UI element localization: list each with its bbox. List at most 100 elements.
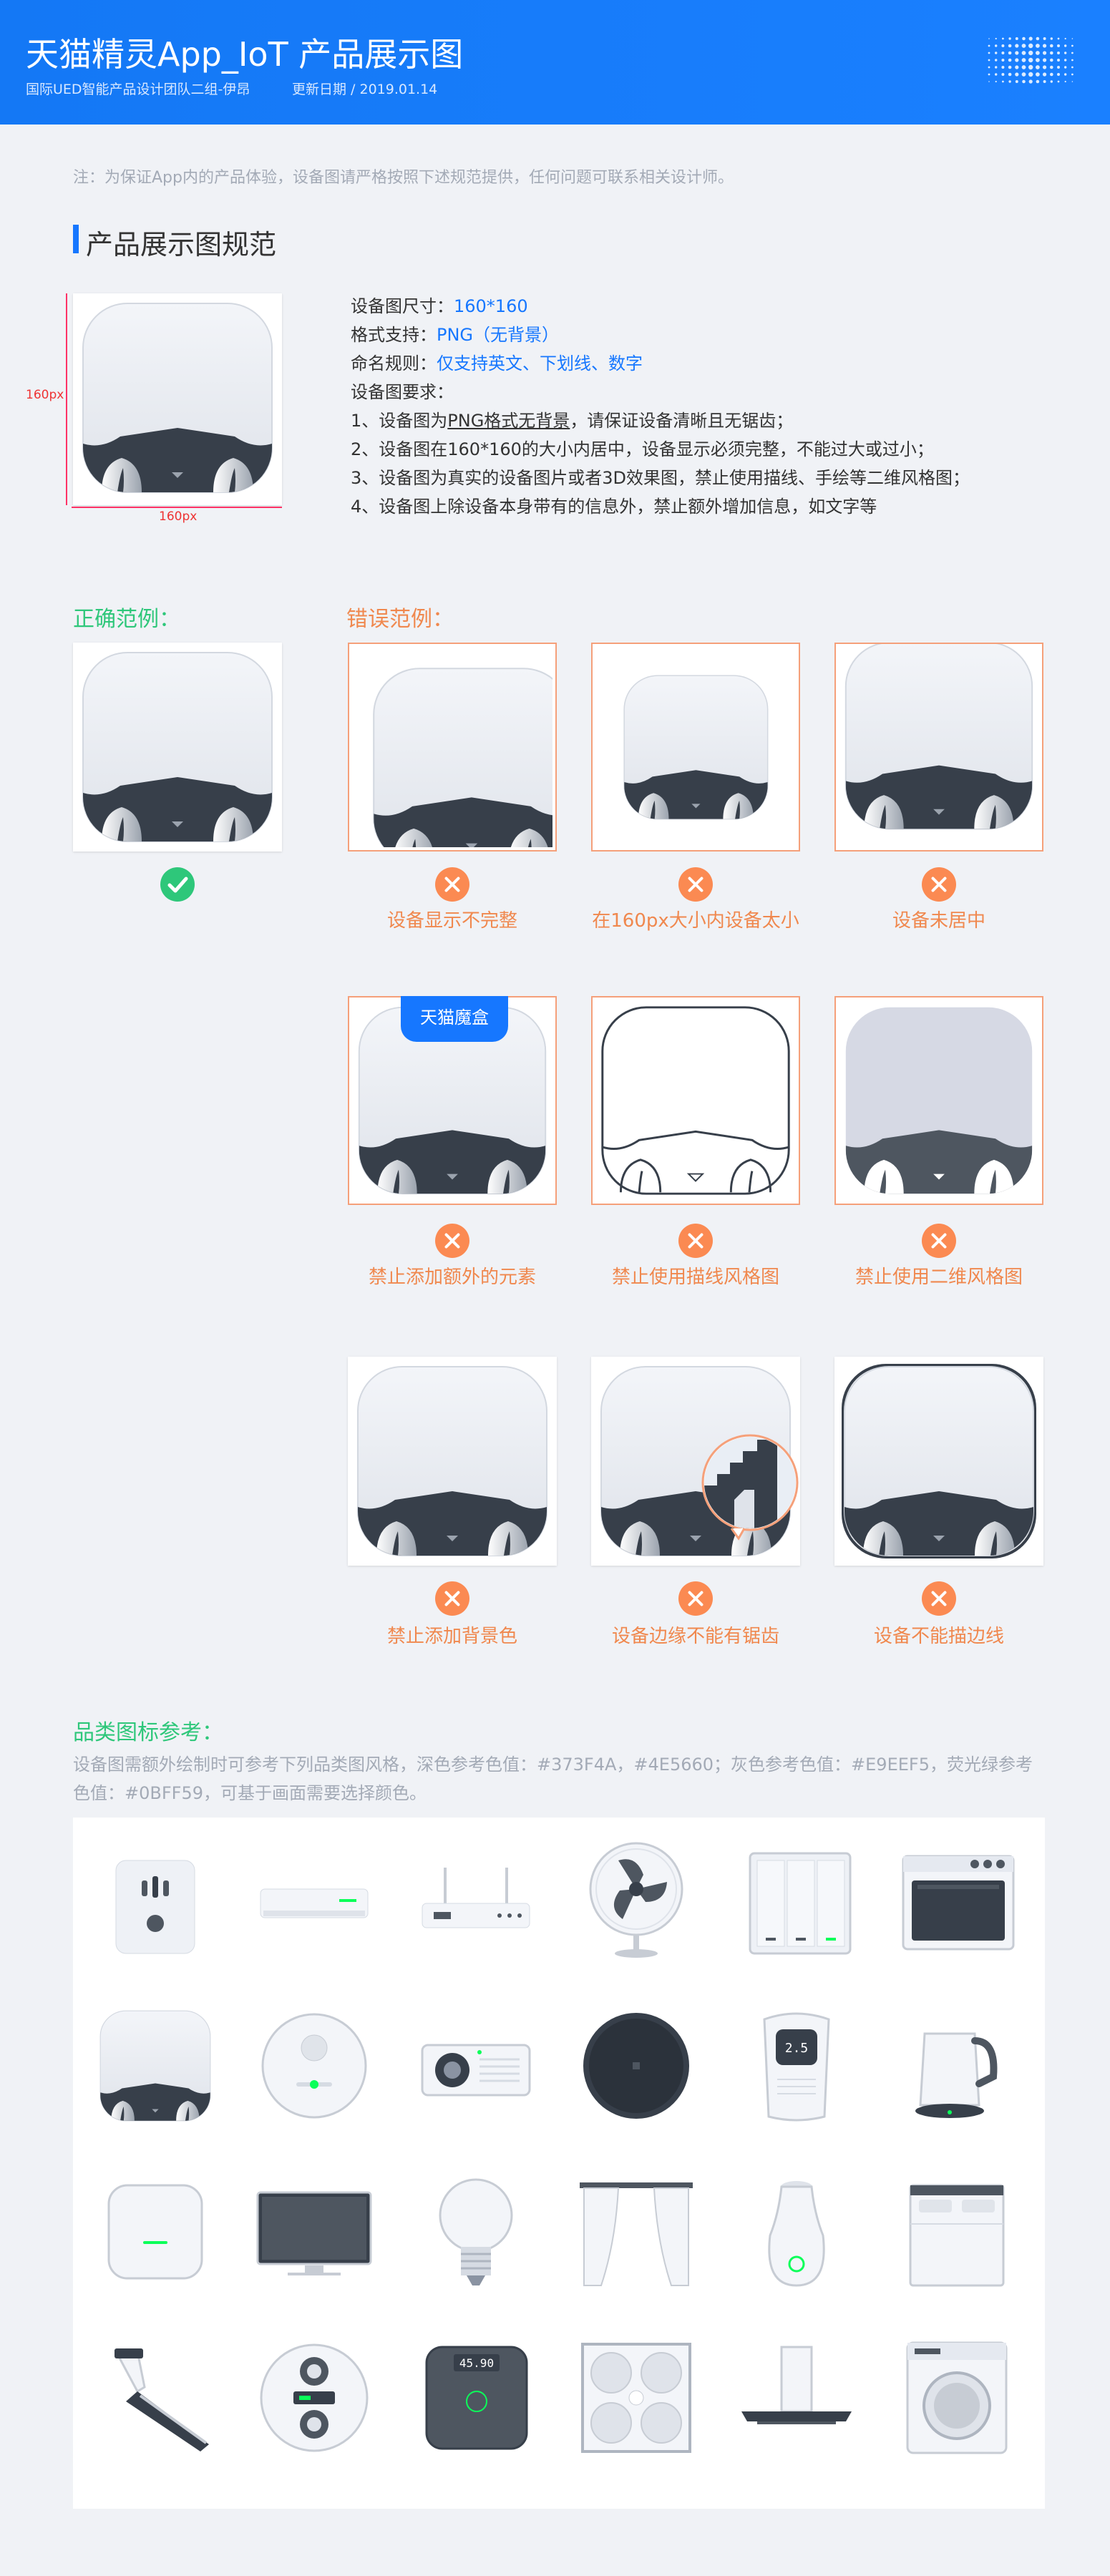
width-dimension-line	[72, 507, 282, 508]
pattern-dot	[995, 80, 997, 83]
pattern-dot	[1008, 44, 1012, 48]
page-header: 天猫精灵App_IoT 产品展示图 国际UED智能产品设计团队二组-伊昂 更新日…	[0, 0, 1110, 125]
pattern-dot	[1050, 37, 1053, 40]
cross-icon	[678, 1224, 713, 1258]
pattern-dot	[1021, 72, 1026, 77]
pattern-dot	[1022, 36, 1026, 41]
purifier-reading: 2.5	[785, 2041, 809, 2056]
pattern-dot	[995, 73, 998, 76]
wrong-example-not-centered	[834, 643, 1043, 852]
pattern-dot	[1064, 66, 1067, 69]
pattern-dot	[1028, 43, 1033, 49]
pattern-dot	[995, 37, 997, 40]
section-title: 产品展示图规范	[86, 229, 277, 260]
range-hood-icon	[736, 2337, 857, 2459]
category-icon-panel: 2.5 45.90	[73, 1818, 1045, 2509]
pattern-dot	[1057, 59, 1060, 62]
pattern-dot	[1036, 72, 1040, 77]
projector-icon	[415, 2005, 537, 2127]
pattern-dot	[1043, 51, 1047, 55]
pattern-dot	[988, 59, 990, 62]
pattern-dot	[1050, 65, 1053, 69]
router-icon	[415, 1839, 537, 1961]
pattern-dot	[1071, 44, 1074, 47]
height-dimension-line	[66, 293, 67, 505]
wrong-caption-3: 设备未居中	[892, 910, 985, 932]
correct-example-image	[73, 643, 282, 852]
pattern-dot	[995, 59, 998, 62]
page-title: 天猫精灵App_IoT 产品展示图	[26, 35, 464, 74]
pattern-dot	[1015, 65, 1019, 69]
wrong-example-incomplete	[348, 643, 557, 852]
pattern-dot	[1050, 51, 1053, 55]
wrong-example-flat-style	[834, 996, 1043, 1205]
wrong-example-label: 错误范例：	[346, 607, 454, 632]
cross-icon	[435, 1581, 469, 1616]
pattern-dot	[1057, 80, 1060, 83]
pattern-dot	[1057, 37, 1060, 40]
ceiling-light-icon	[575, 2337, 697, 2459]
smart-speaker-icon	[94, 2005, 216, 2127]
wrong-caption-8: 设备边缘不能有锯齿	[611, 1626, 779, 1647]
robot-vacuum-icon	[253, 2005, 375, 2127]
air-purifier-icon: 2.5	[736, 2005, 857, 2127]
pattern-dot	[988, 66, 990, 69]
pattern-dot	[1064, 73, 1067, 76]
section-accent-bar	[73, 225, 79, 253]
bed-icon	[896, 2171, 1018, 2293]
cross-icon	[435, 867, 469, 902]
pattern-dot	[1036, 58, 1040, 62]
pattern-dot	[1071, 66, 1074, 69]
air-conditioner-icon	[253, 1839, 375, 1961]
pattern-dot	[1057, 73, 1060, 76]
tv-icon	[253, 2171, 375, 2293]
pattern-dot	[1064, 59, 1067, 62]
spec-size: 设备图尺寸：160*160	[351, 296, 528, 316]
pattern-dot	[1043, 72, 1047, 77]
pattern-dot	[1008, 65, 1012, 69]
spec-req-4: 4、设备图上除设备本身带有的信息外，禁止额外增加信息，如文字等	[351, 497, 877, 517]
kettle-icon	[896, 2005, 1018, 2127]
pattern-dot	[1050, 44, 1053, 48]
wrong-caption-4: 禁止添加额外的元素	[368, 1267, 536, 1288]
wrong-caption-2: 在160px大小内设备太小	[592, 910, 799, 932]
cross-icon	[922, 867, 956, 902]
humidifier-icon	[736, 2171, 857, 2293]
pattern-dot	[1001, 44, 1005, 47]
cross-icon	[678, 1581, 713, 1616]
pattern-dot	[1028, 79, 1033, 84]
pattern-dot	[1001, 66, 1005, 69]
pattern-dot	[995, 52, 998, 54]
pattern-dot	[1036, 51, 1040, 55]
pattern-dot	[1002, 37, 1004, 40]
wifi-access-point-icon	[94, 2171, 216, 2293]
pattern-dot	[1071, 38, 1074, 39]
pattern-dot	[1008, 51, 1012, 55]
cross-icon	[435, 1224, 469, 1258]
pattern-dot	[1036, 65, 1040, 69]
pattern-dot	[988, 44, 990, 47]
height-dimension-label: 160px	[26, 388, 64, 402]
usage-note: 注：为保证App内的产品体验，设备图请严格按照下述规范提供，任何问题可联系相关设…	[73, 169, 734, 187]
wrong-caption-5: 禁止使用描线风格图	[611, 1267, 779, 1288]
wrong-example-outline	[834, 1357, 1043, 1566]
pattern-dot	[995, 44, 998, 47]
cross-icon	[678, 867, 713, 902]
pattern-dot	[1064, 80, 1066, 83]
pattern-dot	[1015, 37, 1018, 40]
pattern-dot	[1050, 80, 1053, 83]
pattern-dot	[1008, 37, 1011, 40]
wrong-caption-1: 设备显示不完整	[386, 910, 517, 932]
spec-req-3: 3、设备图为真实的设备图片或者3D效果图，禁止使用描线、手绘等二维风格图；	[351, 468, 970, 488]
pattern-dot	[1057, 52, 1060, 54]
pattern-dot	[1015, 72, 1019, 77]
pattern-dot	[1057, 44, 1060, 47]
pattern-dot	[1043, 37, 1046, 40]
pattern-dot	[1015, 80, 1018, 83]
correct-example-label: 正确范例：	[73, 607, 180, 632]
cross-icon	[922, 1581, 956, 1616]
pattern-dot	[1022, 79, 1026, 84]
pattern-dot	[1021, 58, 1026, 62]
light-bulb-icon	[415, 2171, 537, 2293]
wrong-caption-6: 禁止使用二维风格图	[855, 1267, 1023, 1288]
